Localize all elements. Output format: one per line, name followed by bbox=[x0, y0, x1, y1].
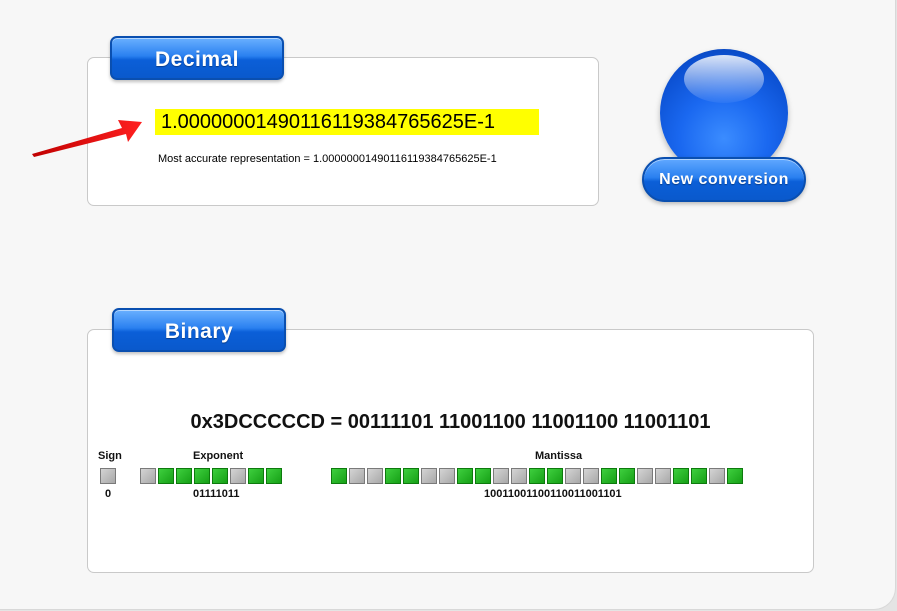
exponent-bits bbox=[140, 468, 282, 484]
decimal-value: 1.00000001490116119384765625E-1 bbox=[155, 109, 539, 135]
exponent-label: Exponent bbox=[193, 450, 244, 462]
bit-checkbox-clear[interactable] bbox=[349, 468, 365, 484]
new-conversion-button[interactable]: New conversion bbox=[642, 157, 806, 202]
hex-binary-line: 0x3DCCCCCD = 00111101 11001100 11001100 … bbox=[190, 411, 711, 433]
bit-checkbox-set[interactable] bbox=[691, 468, 707, 484]
mantissa-label: Mantissa bbox=[535, 450, 583, 462]
bit-checkbox-set[interactable] bbox=[385, 468, 401, 484]
bit-checkbox-clear[interactable] bbox=[367, 468, 383, 484]
bit-checkbox-set[interactable] bbox=[176, 468, 192, 484]
mantissa-bits bbox=[331, 468, 743, 484]
bit-checkbox-clear[interactable] bbox=[493, 468, 509, 484]
bit-checkbox-set[interactable] bbox=[619, 468, 635, 484]
orb-shine bbox=[684, 55, 764, 103]
bit-checkbox-clear[interactable] bbox=[655, 468, 671, 484]
bit-checkbox-clear[interactable] bbox=[421, 468, 437, 484]
accurate-representation-text: Most accurate representation = 1.0000000… bbox=[158, 153, 497, 165]
bit-checkbox-set[interactable] bbox=[194, 468, 210, 484]
bit-checkbox-set[interactable] bbox=[266, 468, 282, 484]
sign-value: 0 bbox=[105, 488, 112, 500]
bit-checkbox-set[interactable] bbox=[727, 468, 743, 484]
bit-checkbox-clear[interactable] bbox=[583, 468, 599, 484]
decimal-tab: Decimal bbox=[110, 36, 284, 80]
red-arrow-icon bbox=[32, 120, 142, 157]
bit-checkbox-set[interactable] bbox=[457, 468, 473, 484]
bit-checkbox-set[interactable] bbox=[547, 468, 563, 484]
bit-checkbox-set[interactable] bbox=[601, 468, 617, 484]
mantissa-value: 10011001100110011001101 bbox=[484, 488, 622, 500]
bit-checkbox-clear[interactable] bbox=[637, 468, 653, 484]
binary-tab: Binary bbox=[112, 308, 286, 352]
bit-checkbox-set[interactable] bbox=[248, 468, 264, 484]
bit-checkbox-clear[interactable] bbox=[140, 468, 156, 484]
sign-bits bbox=[100, 468, 116, 484]
exponent-value: 01111011 bbox=[193, 488, 240, 500]
bit-checkbox-set[interactable] bbox=[331, 468, 347, 484]
bit-checkbox-set[interactable] bbox=[673, 468, 689, 484]
bit-checkbox-set[interactable] bbox=[158, 468, 174, 484]
bit-checkbox-clear[interactable] bbox=[709, 468, 725, 484]
bit-checkbox-set[interactable] bbox=[403, 468, 419, 484]
bit-checkbox-set[interactable] bbox=[529, 468, 545, 484]
bit-checkbox-set[interactable] bbox=[212, 468, 228, 484]
bit-checkbox-clear[interactable] bbox=[511, 468, 527, 484]
bit-checkbox-set[interactable] bbox=[475, 468, 491, 484]
bit-checkbox-clear[interactable] bbox=[439, 468, 455, 484]
sign-label: Sign bbox=[98, 450, 122, 462]
bit-checkbox-clear[interactable] bbox=[230, 468, 246, 484]
bit-checkbox-clear[interactable] bbox=[565, 468, 581, 484]
bit-checkbox-clear[interactable] bbox=[100, 468, 116, 484]
